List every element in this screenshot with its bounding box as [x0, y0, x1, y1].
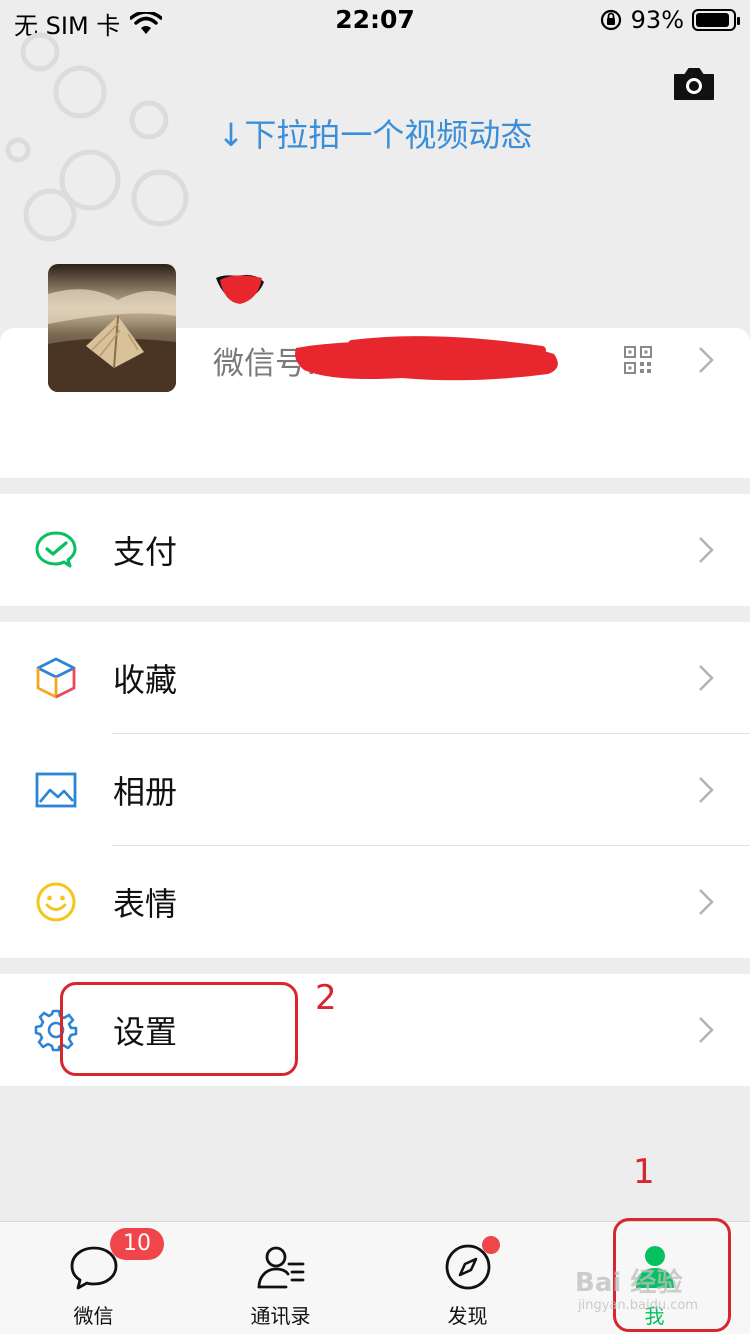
wechat-pay-icon	[35, 531, 77, 568]
picture-icon	[35, 772, 77, 808]
menu-item-pay[interactable]: 支付	[0, 494, 750, 606]
menu-item-label: 收藏	[113, 661, 178, 699]
avatar[interactable]	[48, 264, 176, 392]
battery-fill	[696, 13, 730, 27]
battery-icon	[692, 9, 740, 31]
tab-contacts[interactable]: 通讯录	[187, 1222, 374, 1334]
rotation-lock-icon	[600, 9, 621, 31]
qr-code-icon[interactable]	[624, 346, 652, 374]
chevron-right-icon	[699, 665, 714, 691]
battery-percent: 93%	[630, 6, 684, 34]
annotation-step-2: 2	[315, 978, 337, 1018]
annotation-box-settings	[60, 982, 298, 1076]
chevron-right-icon	[699, 889, 714, 915]
watermark-url: jingyan.baidu.com	[578, 1298, 698, 1313]
tab-discover[interactable]: 发现	[374, 1222, 561, 1334]
menu-group-pay: 支付	[0, 494, 750, 606]
pull-down-video-hint[interactable]: ↓下拉拍一个视频动态	[0, 110, 750, 156]
unread-badge: 10	[110, 1228, 164, 1260]
status-right: 93%	[599, 6, 740, 34]
new-activity-dot	[482, 1236, 500, 1254]
cube-icon	[36, 657, 76, 699]
profile-chevron-right-icon	[699, 347, 714, 373]
smiley-icon	[36, 882, 76, 922]
menu-item-album[interactable]: 相册	[0, 734, 750, 846]
chevron-right-icon	[699, 1017, 714, 1043]
watermark: Bai 经验	[575, 1268, 683, 1298]
tab-label: 通讯录	[250, 1304, 311, 1328]
menu-item-favorites[interactable]: 收藏	[0, 622, 750, 734]
tab-chats[interactable]: 10 微信	[0, 1222, 187, 1334]
contacts-icon	[257, 1246, 304, 1289]
redaction-mark-wechat-id	[295, 336, 558, 381]
menu-item-label: 表情	[113, 885, 178, 923]
menu-item-label: 相册	[113, 773, 178, 811]
camera-icon[interactable]	[672, 66, 716, 102]
redaction-mark-nickname	[216, 274, 264, 304]
menu-item-label: 支付	[113, 533, 178, 571]
chevron-right-icon	[699, 537, 714, 563]
tab-label: 发现	[447, 1304, 488, 1328]
tab-label: 微信	[73, 1304, 114, 1328]
menu-group-content: 收藏 相册 表情	[0, 622, 750, 958]
annotation-step-1: 1	[633, 1152, 655, 1192]
chevron-right-icon	[699, 777, 714, 803]
menu-item-stickers[interactable]: 表情	[0, 846, 750, 958]
